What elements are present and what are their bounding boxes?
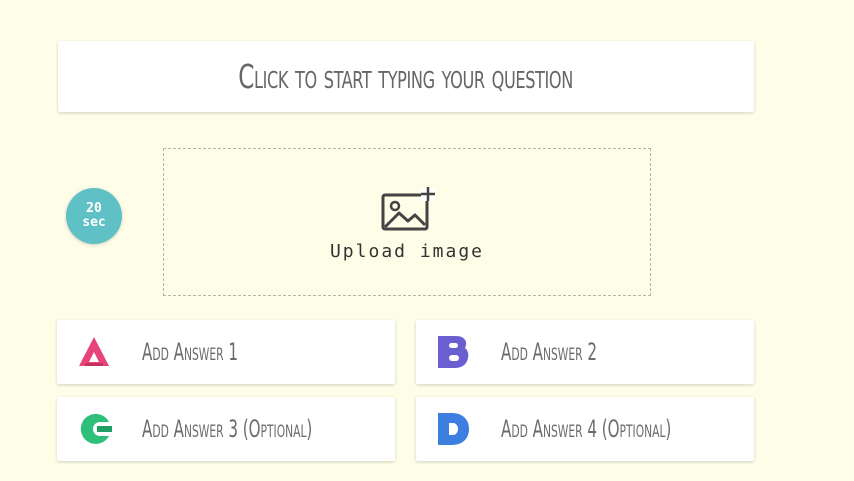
- answer-4-input[interactable]: Add Answer 4 (Optional): [416, 397, 754, 461]
- timer-value: 20: [86, 201, 102, 216]
- upload-image-label: Upload image: [329, 240, 485, 262]
- letter-a-triangle-icon: [79, 337, 109, 366]
- image-add-icon: [381, 186, 435, 230]
- letter-c-icon: [80, 413, 112, 444]
- letter-b-icon: [438, 336, 469, 368]
- answer-1-input[interactable]: Add Answer 1: [57, 320, 395, 384]
- question-placeholder: Click to start typing your question: [238, 57, 574, 96]
- answer-1-label: Add Answer 1: [142, 338, 238, 366]
- timer-button[interactable]: 20 sec: [66, 188, 122, 244]
- answer-4-label: Add Answer 4 (Optional): [501, 415, 672, 443]
- answer-3-input[interactable]: Add Answer 3 (Optional): [57, 397, 395, 461]
- answer-2-label: Add Answer 2: [501, 338, 597, 366]
- answer-2-input[interactable]: Add Answer 2: [416, 320, 754, 384]
- question-input[interactable]: Click to start typing your question: [58, 41, 754, 112]
- timer-unit: sec: [82, 215, 106, 230]
- answer-3-label: Add Answer 3 (Optional): [142, 415, 313, 443]
- image-upload-area[interactable]: Upload image: [163, 148, 651, 296]
- letter-d-icon: [438, 413, 469, 445]
